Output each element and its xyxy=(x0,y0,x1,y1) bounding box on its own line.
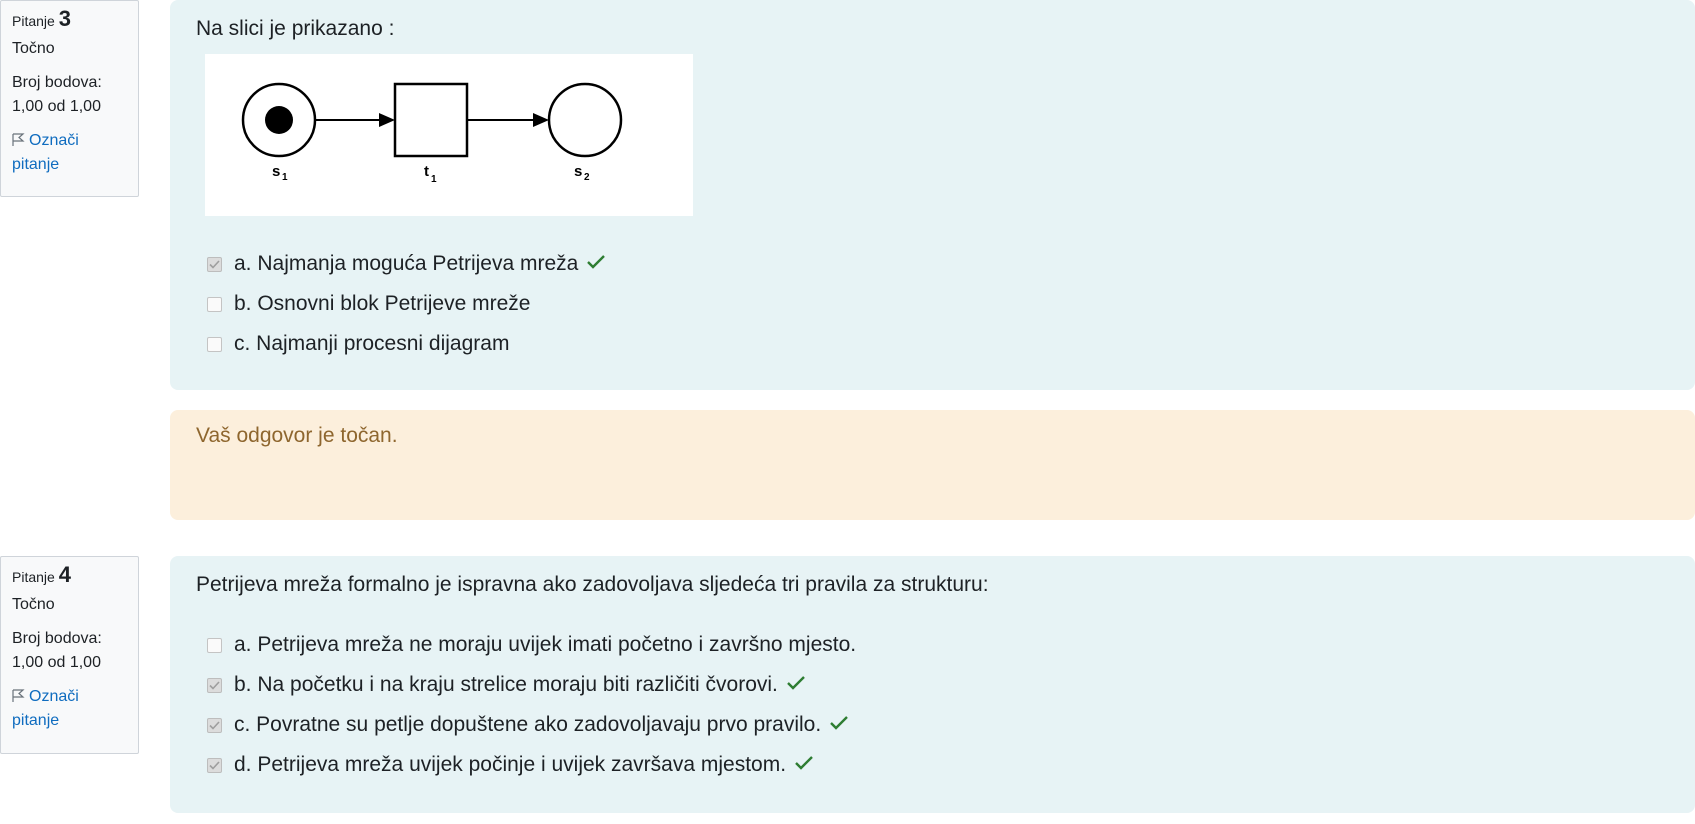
grade-label: Broj bodova: xyxy=(12,74,102,91)
label-s2-sub: 2 xyxy=(584,172,590,183)
answer-checkbox[interactable] xyxy=(207,717,222,733)
answer-option[interactable]: c. Najmanji procesni dijagram xyxy=(196,324,606,364)
question-text: Petrijeva mreža formalno je ispravna ako… xyxy=(196,573,989,596)
answer-list: a. Najmanja moguća Petrijeva mreža b. Os… xyxy=(196,244,606,364)
answer-text: c. Najmanji procesni dijagram xyxy=(234,332,510,355)
place-s2 xyxy=(547,82,623,158)
label-s1-sub: 1 xyxy=(282,172,288,183)
flag-icon xyxy=(12,133,25,146)
correct-check-icon xyxy=(786,673,806,697)
transition-t1 xyxy=(393,82,469,158)
feedback-box: Vaš odgovor je točan. xyxy=(170,410,1695,520)
feedback-text: Vaš odgovor je točan. xyxy=(196,424,398,447)
answer-checkbox[interactable] xyxy=(207,637,222,653)
flag-question-link[interactable]: Označi pitanje xyxy=(12,688,79,729)
petri-net-diagram: s 1 t 1 s 2 xyxy=(205,54,693,216)
answer-option[interactable]: a. Najmanja moguća Petrijeva mreža xyxy=(196,244,606,284)
question-3-info: Pitanje 3 Točno Broj bodova: 1,00 od 1,0… xyxy=(0,0,139,197)
arrowhead xyxy=(533,113,549,127)
grade-value: 1,00 od 1,00 xyxy=(12,654,101,671)
correct-check-icon xyxy=(586,252,606,276)
question-state: Točno xyxy=(12,596,55,613)
question-number-value: 4 xyxy=(58,562,71,587)
question-label: Pitanje xyxy=(12,13,55,29)
answer-checkbox[interactable] xyxy=(207,296,222,312)
question-state: Točno xyxy=(12,40,55,57)
label-t1-sub: 1 xyxy=(431,174,437,185)
correct-check-icon xyxy=(794,753,814,777)
question-label: Pitanje xyxy=(12,569,55,585)
answer-text: b. Osnovni blok Petrijeve mreže xyxy=(234,292,531,315)
answer-text: c. Povratne su petlje dopuštene ako zado… xyxy=(234,713,822,736)
question-number: Pitanje 4 xyxy=(12,563,127,589)
grade-value: 1,00 od 1,00 xyxy=(12,98,101,115)
question-text: Na slici je prikazano : xyxy=(196,17,395,40)
grade-label: Broj bodova: xyxy=(12,630,102,647)
question-number-value: 3 xyxy=(58,6,71,31)
answer-text: d. Petrijeva mreža uvijek počinje i uvij… xyxy=(234,753,787,776)
answer-option[interactable]: c. Povratne su petlje dopuštene ako zado… xyxy=(196,705,856,745)
flag-question-link[interactable]: Označi pitanje xyxy=(12,132,79,173)
label-s1: s xyxy=(272,163,280,180)
answer-checkbox[interactable] xyxy=(207,336,222,352)
token xyxy=(265,106,293,134)
question-grade: Broj bodova: 1,00 od 1,00 xyxy=(12,71,127,119)
answer-option[interactable]: b. Osnovni blok Petrijeve mreže xyxy=(196,284,606,324)
answer-list: a. Petrijeva mreža ne moraju uvijek imat… xyxy=(196,625,856,785)
answer-option[interactable]: a. Petrijeva mreža ne moraju uvijek imat… xyxy=(196,625,856,665)
label-t1: t xyxy=(424,163,429,180)
answer-checkbox[interactable] xyxy=(207,256,222,272)
answer-option[interactable]: b. Na početku i na kraju strelice moraju… xyxy=(196,665,856,705)
answer-option[interactable]: d. Petrijeva mreža uvijek počinje i uvij… xyxy=(196,745,856,785)
arrowhead xyxy=(379,113,395,127)
correct-check-icon xyxy=(829,713,849,737)
flag-icon xyxy=(12,689,25,702)
answer-checkbox[interactable] xyxy=(207,677,222,693)
answer-text: a. Najmanja moguća Petrijeva mreža xyxy=(234,252,579,275)
question-grade: Broj bodova: 1,00 od 1,00 xyxy=(12,627,127,675)
label-s2: s xyxy=(574,163,582,180)
question-number: Pitanje 3 xyxy=(12,7,127,33)
question-4-info: Pitanje 4 Točno Broj bodova: 1,00 od 1,0… xyxy=(0,556,139,754)
answer-checkbox[interactable] xyxy=(207,757,222,773)
answer-text: b. Na početku i na kraju strelice moraju… xyxy=(234,673,778,696)
answer-text: a. Petrijeva mreža ne moraju uvijek imat… xyxy=(234,633,857,656)
